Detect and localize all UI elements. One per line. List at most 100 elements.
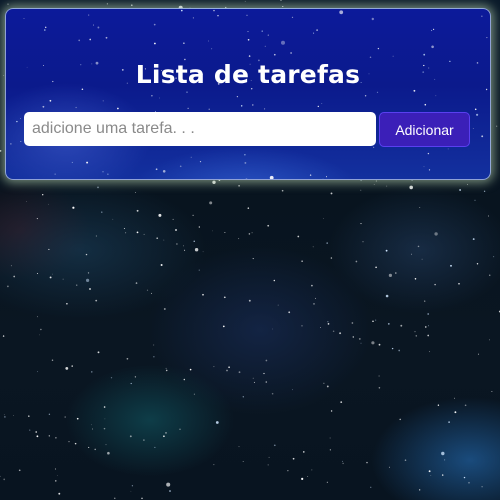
star-dot xyxy=(454,411,457,414)
star-dot xyxy=(329,437,331,439)
star-dot xyxy=(103,406,106,408)
star-dot xyxy=(236,95,239,98)
star-dot xyxy=(48,203,49,205)
star-dot xyxy=(326,242,328,244)
star-dot xyxy=(386,185,388,187)
star-dot xyxy=(193,240,195,242)
star-dot xyxy=(326,481,328,483)
star-dot xyxy=(29,429,31,431)
star-dot xyxy=(242,460,244,463)
star-dot xyxy=(42,105,45,108)
star-dot xyxy=(106,3,108,5)
star-dot xyxy=(87,272,90,274)
star-dot xyxy=(114,497,116,499)
star-dot xyxy=(486,37,488,39)
star-dot xyxy=(360,189,362,191)
star-dot xyxy=(36,272,39,275)
star-dot xyxy=(42,194,44,196)
star-dot xyxy=(414,331,416,333)
star-dot xyxy=(208,108,210,110)
star-dot xyxy=(54,173,56,175)
star-dot xyxy=(72,206,75,209)
star-dot xyxy=(179,165,182,168)
star-dot xyxy=(134,376,137,378)
star-dot xyxy=(48,413,51,415)
star-dot xyxy=(48,435,50,437)
star-dot xyxy=(375,180,377,182)
star-dot xyxy=(97,186,99,189)
star-dot xyxy=(329,449,331,451)
star-dot xyxy=(212,230,213,232)
star-dot xyxy=(317,105,319,108)
star-dot xyxy=(187,107,189,109)
star-dot xyxy=(244,161,247,164)
star-dot xyxy=(18,469,21,472)
todo-card: Lista de tarefas Adicionar xyxy=(5,8,491,180)
star-dot xyxy=(91,424,92,426)
star-dot xyxy=(481,486,483,488)
task-input[interactable] xyxy=(24,112,376,146)
star-dot xyxy=(154,42,156,45)
star-dot xyxy=(388,466,390,468)
star-dot xyxy=(71,365,73,367)
star-dot xyxy=(265,359,268,362)
star-dot xyxy=(414,278,417,280)
star-dot xyxy=(448,421,450,423)
star-dot xyxy=(58,492,61,495)
star-dot xyxy=(175,229,177,231)
star-dot xyxy=(36,316,38,318)
star-dot xyxy=(135,192,136,193)
star-dot xyxy=(146,289,149,291)
star-dot xyxy=(136,209,139,212)
star-dot xyxy=(213,366,215,368)
star-dot xyxy=(104,418,106,420)
star-dot xyxy=(71,161,73,163)
star-dot xyxy=(322,217,324,219)
star-dot xyxy=(136,231,139,234)
star-dot xyxy=(464,404,467,407)
star-dot xyxy=(94,448,96,451)
star-dot xyxy=(190,156,192,158)
star-dot xyxy=(169,490,171,492)
star-dot xyxy=(265,381,268,383)
star-dot xyxy=(91,371,93,373)
star-dot xyxy=(378,343,381,346)
star-dot xyxy=(430,475,432,476)
star-dot xyxy=(28,415,30,417)
star-dot xyxy=(323,382,325,384)
add-task-button[interactable]: Adicionar xyxy=(379,112,470,147)
star-dot xyxy=(3,414,5,416)
star-dot xyxy=(489,274,491,276)
star-dot xyxy=(423,53,426,56)
star-dot xyxy=(398,349,401,352)
star-dot xyxy=(400,324,403,327)
star-dot xyxy=(238,446,240,448)
star-dot xyxy=(325,176,328,178)
star-dot xyxy=(342,460,343,462)
star-dot xyxy=(352,336,355,338)
star-dot xyxy=(194,248,199,252)
star-dot xyxy=(131,485,134,487)
star-dot xyxy=(44,26,47,29)
star-dot xyxy=(427,313,430,315)
star-dot xyxy=(193,393,195,395)
star-dot xyxy=(253,381,255,383)
star-dot xyxy=(154,446,156,448)
star-dot xyxy=(44,29,46,31)
star-dot xyxy=(212,180,216,184)
star-dot xyxy=(330,257,333,259)
star-dot xyxy=(198,269,200,271)
star-dot xyxy=(247,207,250,209)
star-dot xyxy=(101,211,103,213)
star-dot xyxy=(247,31,249,33)
star-dot xyxy=(313,303,315,305)
star-dot xyxy=(311,469,313,471)
star-dot xyxy=(76,417,79,420)
star-dot xyxy=(421,258,423,260)
star-dot xyxy=(415,335,417,337)
star-dot xyxy=(117,107,119,110)
star-dot xyxy=(437,404,440,406)
star-dot xyxy=(491,391,493,392)
star-dot xyxy=(213,464,215,466)
star-dot xyxy=(26,201,27,203)
